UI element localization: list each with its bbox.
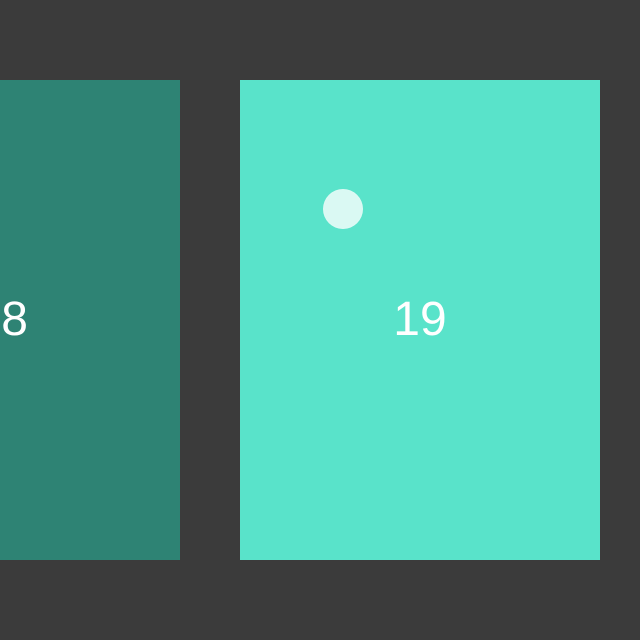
current-card-number: 19: [393, 293, 447, 346]
previous-card[interactable]: 8: [0, 80, 180, 560]
touch-point-icon: [323, 189, 363, 229]
previous-card-number: 8: [1, 293, 28, 346]
card-carousel[interactable]: 8 19: [0, 0, 640, 640]
current-card[interactable]: 19: [240, 80, 600, 560]
